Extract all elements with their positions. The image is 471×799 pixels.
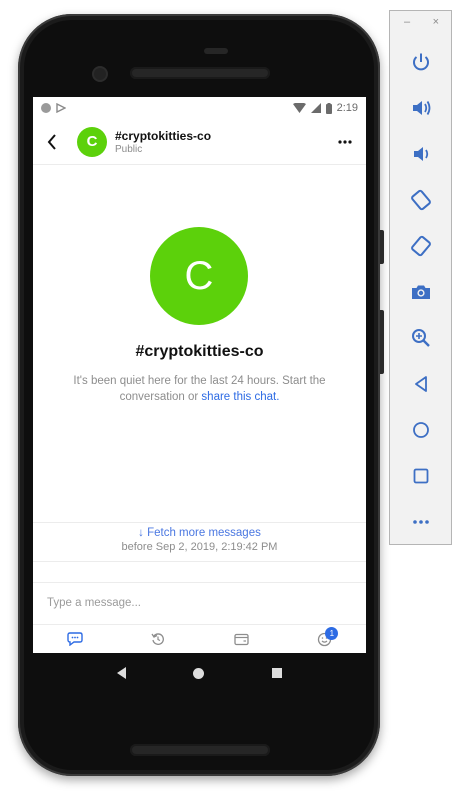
notification-dot-icon	[41, 103, 51, 113]
more-icon	[413, 520, 429, 524]
history-timestamp: before Sep 2, 2019, 2:19:42 PM	[121, 541, 278, 553]
volume-down-button[interactable]	[408, 141, 434, 167]
more-options-button[interactable]	[330, 127, 360, 157]
status-time: 2:19	[336, 102, 358, 114]
back-button-emulator[interactable]	[408, 371, 434, 397]
chat-name-heading: #cryptokitties-co	[135, 343, 264, 360]
chat-avatar-large: C	[150, 227, 248, 325]
top-speaker	[130, 67, 270, 79]
rotate-left-button[interactable]	[408, 187, 434, 213]
side-button-volume	[380, 310, 384, 374]
overview-button-emulator[interactable]	[408, 463, 434, 489]
quiet-message: It's been quiet here for the last 24 hou…	[59, 373, 340, 405]
emulator-control-panel: – ×	[389, 10, 452, 545]
more-button-emulator[interactable]	[408, 509, 434, 535]
chat-title-block[interactable]: #cryptokitties-co Public	[115, 129, 330, 155]
history-tab-button[interactable]	[138, 626, 178, 652]
composer	[33, 582, 366, 622]
emulator-stage: 2:19 C #cryptokitties-co Public C #crypt…	[0, 0, 471, 799]
proximity-sensor	[204, 48, 228, 54]
chat-tab-button[interactable]	[55, 626, 95, 652]
back-icon	[415, 376, 427, 392]
screenshot-button[interactable]	[408, 279, 434, 305]
chat-bubble-icon	[66, 632, 83, 646]
share-chat-link[interactable]: share this chat.	[201, 391, 279, 403]
zoom-icon	[412, 329, 430, 347]
camera-icon	[412, 285, 430, 299]
battery-icon	[325, 102, 332, 114]
power-icon	[413, 53, 429, 71]
chat-avatar[interactable]: C	[77, 126, 107, 157]
android-nav-bar	[33, 653, 366, 693]
wallet-icon	[233, 633, 249, 645]
overview-icon	[413, 468, 429, 484]
chat-visibility: Public	[115, 143, 143, 155]
minimize-button[interactable]: –	[404, 16, 410, 28]
history-loader: ↓ Fetch more messages before Sep 2, 2019…	[33, 522, 366, 562]
emoji-tab-button[interactable]: 1	[304, 626, 344, 652]
close-button[interactable]: ×	[433, 16, 439, 28]
fetch-more-link[interactable]: ↓ Fetch more messages	[33, 527, 366, 539]
chat-header: C #cryptokitties-co Public	[33, 119, 366, 165]
more-horizontal-icon	[338, 139, 352, 144]
front-camera	[94, 68, 106, 80]
wifi-icon	[292, 103, 306, 113]
nav-recents-icon[interactable]	[272, 668, 283, 678]
quiet-message-text: It's been quiet here for the last 24 hou…	[73, 375, 326, 403]
play-store-icon	[56, 103, 66, 113]
notification-badge: 1	[325, 627, 339, 640]
signal-icon	[310, 103, 321, 113]
rotate-right-icon	[411, 235, 431, 257]
home-icon	[413, 422, 429, 438]
volume-up-icon	[413, 101, 431, 115]
back-button[interactable]	[47, 130, 67, 154]
wallet-tab-button[interactable]	[221, 626, 261, 652]
bottom-toolbar: 1	[33, 624, 366, 653]
zoom-button[interactable]	[408, 325, 434, 351]
side-button-power	[380, 230, 384, 264]
history-icon	[151, 633, 164, 645]
chevron-left-icon	[47, 133, 56, 150]
chat-title: #cryptokitties-co	[115, 128, 212, 143]
volume-up-button[interactable]	[408, 95, 434, 121]
bottom-speaker	[130, 744, 270, 756]
message-input[interactable]	[47, 596, 327, 609]
home-button-emulator[interactable]	[408, 417, 434, 443]
rotate-left-icon	[411, 189, 431, 211]
nav-back-icon[interactable]	[116, 667, 126, 679]
volume-down-icon	[414, 147, 429, 161]
status-bar: 2:19	[33, 97, 366, 119]
emulator-window-controls: – ×	[390, 11, 451, 33]
nav-home-icon[interactable]	[193, 667, 205, 679]
app-screen: 2:19 C #cryptokitties-co Public C #crypt…	[33, 97, 366, 653]
power-button[interactable]	[408, 49, 434, 75]
rotate-right-button[interactable]	[408, 233, 434, 259]
